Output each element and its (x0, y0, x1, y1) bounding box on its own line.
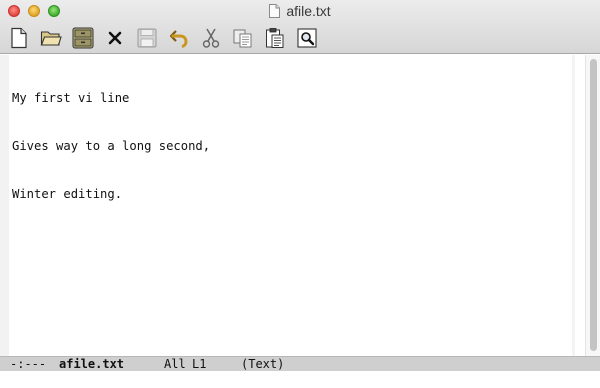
title-bar: afile.txt (0, 0, 600, 54)
folder-icon (40, 31, 62, 46)
left-fringe (0, 55, 9, 356)
editor-area[interactable]: My first vi line Gives way to a long sec… (0, 55, 600, 356)
minibuffer[interactable] (0, 371, 600, 388)
right-fringe (572, 55, 575, 356)
document-proxy-icon[interactable] (269, 4, 281, 18)
window-title: afile.txt (286, 3, 331, 19)
buffer-text[interactable]: My first vi line Gives way to a long sec… (12, 58, 567, 234)
copy-button[interactable] (230, 25, 256, 51)
open-file-button[interactable] (38, 25, 64, 51)
new-file-button[interactable] (6, 25, 32, 51)
copy-icon (233, 29, 252, 48)
undo-button[interactable] (166, 25, 192, 51)
modeline-status: -:--- (10, 357, 47, 371)
window-title-group: afile.txt (0, 2, 600, 20)
buffer-line[interactable]: Gives way to a long second, (12, 138, 567, 154)
dired-button[interactable] (70, 25, 96, 51)
undo-arrow-icon (169, 30, 188, 48)
modeline-position: All (164, 357, 186, 371)
buffer-line[interactable]: My first vi line (12, 90, 567, 106)
close-x-icon (108, 31, 122, 45)
emacs-window: afile.txt My first vi line Gives way to … (0, 0, 600, 388)
vertical-scrollbar[interactable] (585, 55, 600, 356)
toolbar (6, 25, 326, 51)
search-icon (297, 28, 317, 48)
clipboard-icon (266, 28, 284, 48)
mode-line: -:--- afile.txt All L1 (Text) (0, 356, 600, 371)
save-button[interactable] (134, 25, 160, 51)
kill-buffer-button[interactable] (102, 25, 128, 51)
file-cabinet-icon (72, 27, 94, 49)
paste-button[interactable] (262, 25, 288, 51)
scissors-icon (202, 28, 220, 48)
search-button[interactable] (294, 25, 320, 51)
scrollbar-thumb[interactable] (590, 59, 597, 351)
modeline-major-mode[interactable]: (Text) (241, 357, 284, 371)
cut-button[interactable] (198, 25, 224, 51)
modeline-buffer-name[interactable]: afile.txt (59, 357, 124, 371)
buffer-line[interactable]: Winter editing. (12, 186, 567, 202)
modeline-line-number: L1 (192, 357, 207, 371)
new-document-icon (11, 27, 27, 49)
floppy-disk-icon (137, 28, 157, 48)
